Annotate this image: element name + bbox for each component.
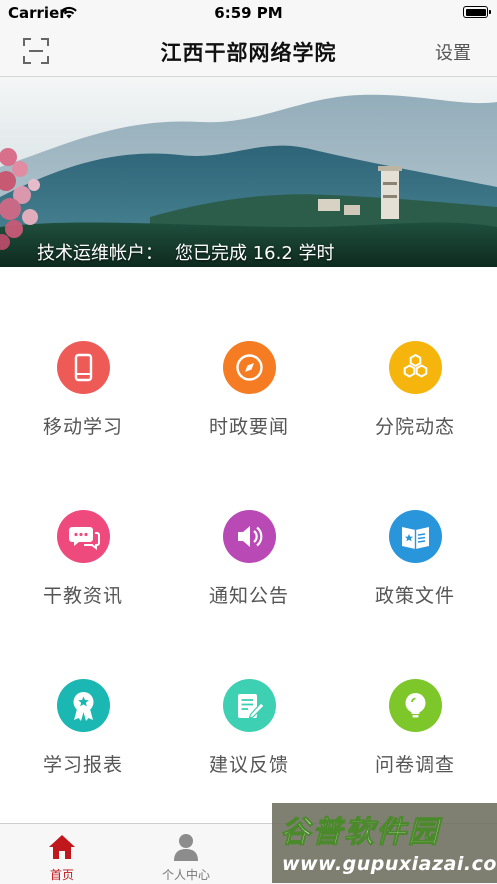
status-bar: Carrier 6:59 PM xyxy=(0,0,497,26)
lightbulb-icon xyxy=(388,679,442,732)
home-icon xyxy=(49,835,75,859)
watermark-url: www.gupuxiazai.com xyxy=(282,853,497,875)
grid-item-label: 移动学习 xyxy=(42,416,123,438)
tab-label: 个人中心 xyxy=(161,868,210,882)
settings-button[interactable]: 设置 xyxy=(435,39,471,65)
chat-bubbles-icon xyxy=(56,510,110,563)
compass-icon xyxy=(222,341,276,394)
nav-bar: 江西干部网络学院 设置 xyxy=(0,26,497,77)
grid-item-mobile-learning[interactable]: 移动学习 xyxy=(0,341,166,451)
document-star-icon xyxy=(388,510,442,563)
tab-personal-center[interactable]: 个人中心 xyxy=(124,824,248,884)
status-time: 6:59 PM xyxy=(214,4,283,22)
mobile-phone-icon xyxy=(56,341,110,394)
banner[interactable]: 技术运维帐户： 您已完成 16.2 学时 xyxy=(0,77,497,267)
hexagons-icon xyxy=(388,341,442,394)
grid-item-suggestions-feedback[interactable]: 建议反馈 xyxy=(166,679,332,789)
grid-item-label: 问卷调查 xyxy=(374,754,455,776)
grid-item-questionnaire[interactable]: 问卷调查 xyxy=(332,679,497,789)
grid-item-label: 干教资讯 xyxy=(42,585,123,607)
watermark: 谷普软件园 www.gupuxiazai.com xyxy=(272,803,497,883)
grid-item-label: 分院动态 xyxy=(374,416,455,438)
person-icon xyxy=(174,834,198,861)
grid-item-label: 通知公告 xyxy=(208,585,289,607)
grid-item-cadre-education-news[interactable]: 干教资讯 xyxy=(0,510,166,620)
grid-item-label: 政策文件 xyxy=(374,585,455,607)
grid-item-notices[interactable]: 通知公告 xyxy=(166,510,332,620)
watermark-title: 谷普软件园 xyxy=(280,815,440,851)
tab-label: 首页 xyxy=(49,868,74,882)
study-hours-text: 您已完成 16.2 学时 xyxy=(175,243,335,264)
battery-icon xyxy=(463,6,491,18)
grid-item-label: 建议反馈 xyxy=(208,754,289,776)
banner-caption: 技术运维帐户： 您已完成 16.2 学时 xyxy=(37,239,335,265)
edit-note-icon xyxy=(222,679,276,732)
award-ribbon-icon xyxy=(56,679,110,732)
grid-item-label: 时政要闻 xyxy=(208,416,289,438)
grid-item-label: 学习报表 xyxy=(42,754,123,776)
grid-item-current-affairs[interactable]: 时政要闻 xyxy=(166,341,332,451)
grid-item-branch-news[interactable]: 分院动态 xyxy=(332,341,497,451)
account-label: 技术运维帐户： xyxy=(37,243,163,264)
speaker-icon xyxy=(222,510,276,563)
page-title: 江西干部网络学院 xyxy=(160,41,337,65)
grid-item-study-report[interactable]: 学习报表 xyxy=(0,679,166,789)
tab-home[interactable]: 首页 xyxy=(0,824,124,884)
grid-item-policy-documents[interactable]: 政策文件 xyxy=(332,510,497,620)
